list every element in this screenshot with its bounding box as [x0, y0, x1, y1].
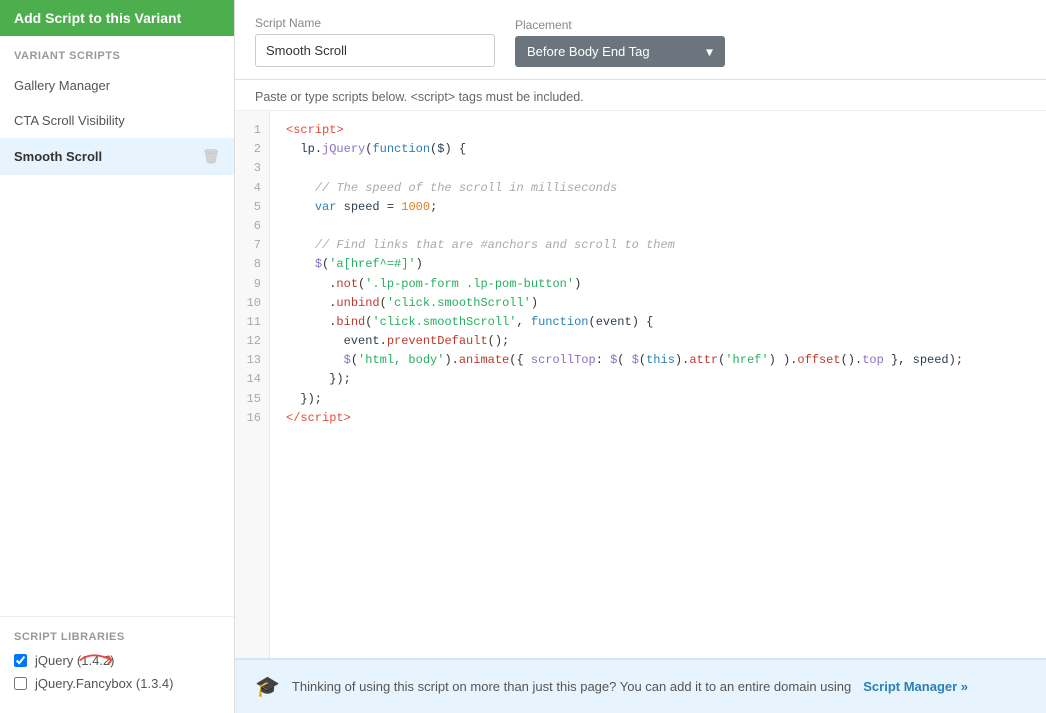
line-num-10: 10 — [235, 294, 269, 313]
hint-text: Paste or type scripts below. <script> ta… — [235, 80, 1046, 111]
sidebar-item-gallery-manager[interactable]: Gallery Manager — [0, 68, 234, 103]
main-panel: Script Name Placement Before Body End Ta… — [235, 0, 1046, 713]
line-num-8: 8 — [235, 255, 269, 274]
script-name-input[interactable] — [255, 34, 495, 67]
editor-area[interactable]: 1 2 3 4 5 6 7 8 9 10 11 12 13 14 15 16 <… — [235, 111, 1046, 658]
sidebar-item-label: Smooth Scroll — [14, 149, 102, 164]
line-num-6: 6 — [235, 217, 269, 236]
line-num-14: 14 — [235, 370, 269, 389]
line-numbers: 1 2 3 4 5 6 7 8 9 10 11 12 13 14 15 16 — [235, 111, 270, 658]
script-name-field-group: Script Name — [255, 16, 495, 67]
topbar: Script Name Placement Before Body End Ta… — [235, 0, 1046, 80]
jquery-fancybox-checkbox-item: jQuery.Fancybox (1.3.4) — [14, 676, 220, 691]
bottom-bar: 🎓 Thinking of using this script on more … — [235, 658, 1046, 713]
sidebar-item-label: CTA Scroll Visibility — [14, 113, 125, 128]
line-num-9: 9 — [235, 275, 269, 294]
add-script-button[interactable]: Add Script to this Variant — [0, 0, 234, 36]
placement-field-group: Placement Before Body End Tag After Open… — [515, 18, 725, 67]
sidebar: Add Script to this Variant VARIANT SCRIP… — [0, 0, 235, 713]
line-num-1: 1 — [235, 121, 269, 140]
topbar-fields: Script Name Placement Before Body End Ta… — [255, 16, 1026, 67]
line-num-4: 4 — [235, 179, 269, 198]
line-num-13: 13 — [235, 351, 269, 370]
sidebar-item-cta-scroll-visibility[interactable]: CTA Scroll Visibility — [0, 103, 234, 138]
jquery-checkbox[interactable] — [14, 654, 27, 667]
sidebar-bottom: SCRIPT LIBRARIES jQuery (1.4.2) jQuery.F… — [0, 616, 234, 713]
script-name-label: Script Name — [255, 16, 495, 30]
red-arrow-indicator — [74, 645, 124, 675]
line-num-12: 12 — [235, 332, 269, 351]
line-num-2: 2 — [235, 140, 269, 159]
placement-label: Placement — [515, 18, 725, 32]
line-num-3: 3 — [235, 159, 269, 178]
sidebar-item-label: Gallery Manager — [14, 78, 110, 93]
line-num-16: 16 — [235, 409, 269, 428]
mortarboard-icon: 🎓 — [255, 674, 280, 699]
jquery-fancybox-checkbox[interactable] — [14, 677, 27, 690]
placement-select[interactable]: Before Body End Tag After Opening Body T… — [515, 36, 725, 67]
sidebar-item-smooth-scroll[interactable]: Smooth Scroll 🗑 — [0, 138, 234, 175]
script-libraries-title: SCRIPT LIBRARIES — [14, 631, 220, 643]
jquery-checkbox-item: jQuery (1.4.2) — [14, 653, 220, 668]
app-layout: Add Script to this Variant VARIANT SCRIP… — [0, 0, 1046, 713]
script-manager-link[interactable]: Script Manager » — [863, 679, 968, 694]
jquery-fancybox-label[interactable]: jQuery.Fancybox (1.3.4) — [35, 676, 173, 691]
line-num-15: 15 — [235, 390, 269, 409]
line-num-5: 5 — [235, 198, 269, 217]
variant-scripts-section-title: VARIANT SCRIPTS — [0, 36, 234, 68]
line-num-7: 7 — [235, 236, 269, 255]
trash-icon[interactable]: 🗑 — [202, 148, 220, 165]
bottom-bar-text: Thinking of using this script on more th… — [292, 679, 851, 694]
line-num-11: 11 — [235, 313, 269, 332]
placement-wrapper: Before Body End Tag After Opening Body T… — [515, 36, 725, 67]
code-editor[interactable]: <script> lp.jQuery(function($) { // The … — [270, 111, 1046, 658]
